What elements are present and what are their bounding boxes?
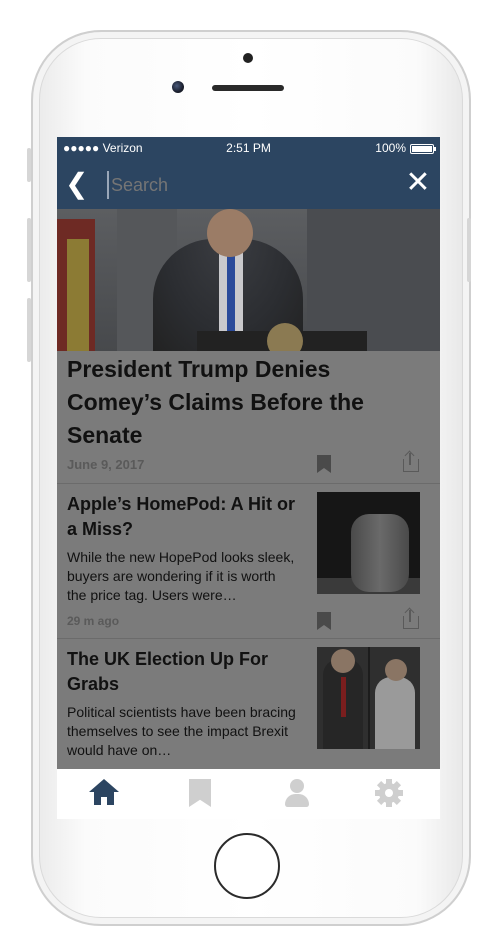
battery-percentage: 100% — [375, 141, 406, 155]
bookmark-icon — [189, 779, 211, 807]
tab-profile[interactable] — [281, 779, 313, 811]
politician-figure — [375, 677, 415, 749]
status-bar: ●●●●● Verizon 2:51 PM 100% — [57, 137, 440, 159]
background-wall — [307, 209, 440, 351]
share-button[interactable] — [403, 610, 419, 630]
article-summary: While the new HopePod looks sleek, buyer… — [67, 549, 295, 603]
article-summary: Political scientists have been bracing t… — [67, 704, 296, 758]
front-camera — [172, 81, 184, 93]
bookmark-icon — [317, 612, 331, 630]
power-button — [467, 218, 471, 282]
share-icon — [403, 453, 419, 473]
chevron-left-icon: ❮ — [65, 168, 89, 199]
close-button[interactable]: ✕ — [404, 166, 432, 199]
homepod-device — [351, 514, 409, 592]
list-item[interactable]: The UK Election Up For Grabs Political s… — [57, 639, 440, 769]
back-button[interactable]: ❮ — [65, 169, 95, 199]
results-list: President Trump Denies Comey’s Claims Be… — [57, 209, 440, 769]
hero-article-image[interactable] — [57, 209, 440, 351]
tab-home[interactable] — [89, 779, 121, 811]
battery-icon — [410, 144, 436, 154]
hero-share-button[interactable] — [403, 453, 419, 473]
screen: ●●●●● Verizon 2:51 PM 100% ❮ ✕ President… — [57, 137, 440, 819]
proximity-sensor — [243, 53, 253, 63]
tab-bar — [57, 769, 440, 819]
photo-divider — [368, 647, 370, 749]
profile-icon — [285, 779, 309, 807]
search-bar: ❮ ✕ — [57, 159, 440, 209]
earpiece-speaker — [212, 85, 284, 91]
volume-up-button — [27, 218, 31, 282]
article-timestamp: 29 m ago — [67, 614, 120, 628]
article-thumbnail[interactable] — [317, 647, 420, 749]
list-item[interactable]: Apple’s HomePod: A Hit or a Miss? While … — [57, 484, 440, 638]
podium-seal — [267, 323, 303, 351]
share-icon — [403, 610, 419, 630]
politician-head — [385, 659, 407, 681]
mute-switch — [27, 148, 31, 182]
article-thumbnail[interactable] — [317, 492, 420, 594]
politician-head — [331, 649, 355, 673]
flag-stripe — [67, 239, 89, 351]
home-icon — [89, 779, 119, 807]
gear-icon — [375, 779, 403, 807]
volume-down-button — [27, 298, 31, 362]
hero-article-title[interactable]: President Trump Denies Comey’s Claims Be… — [67, 353, 427, 452]
tab-settings[interactable] — [375, 779, 407, 811]
hero-bookmark-button[interactable] — [317, 455, 331, 473]
close-icon: ✕ — [405, 166, 431, 199]
speaker-head — [207, 209, 253, 257]
home-button[interactable] — [214, 833, 280, 899]
tab-bookmarks[interactable] — [185, 779, 217, 811]
politician-tie — [341, 677, 346, 717]
article-title[interactable]: Apple’s HomePod: A Hit or a Miss? — [67, 492, 297, 542]
bookmark-button[interactable] — [317, 612, 331, 630]
article-title[interactable]: The UK Election Up For Grabs — [67, 647, 297, 697]
hero-article-date: June 9, 2017 — [67, 457, 145, 472]
search-input[interactable] — [107, 171, 373, 199]
bookmark-icon — [317, 455, 331, 473]
